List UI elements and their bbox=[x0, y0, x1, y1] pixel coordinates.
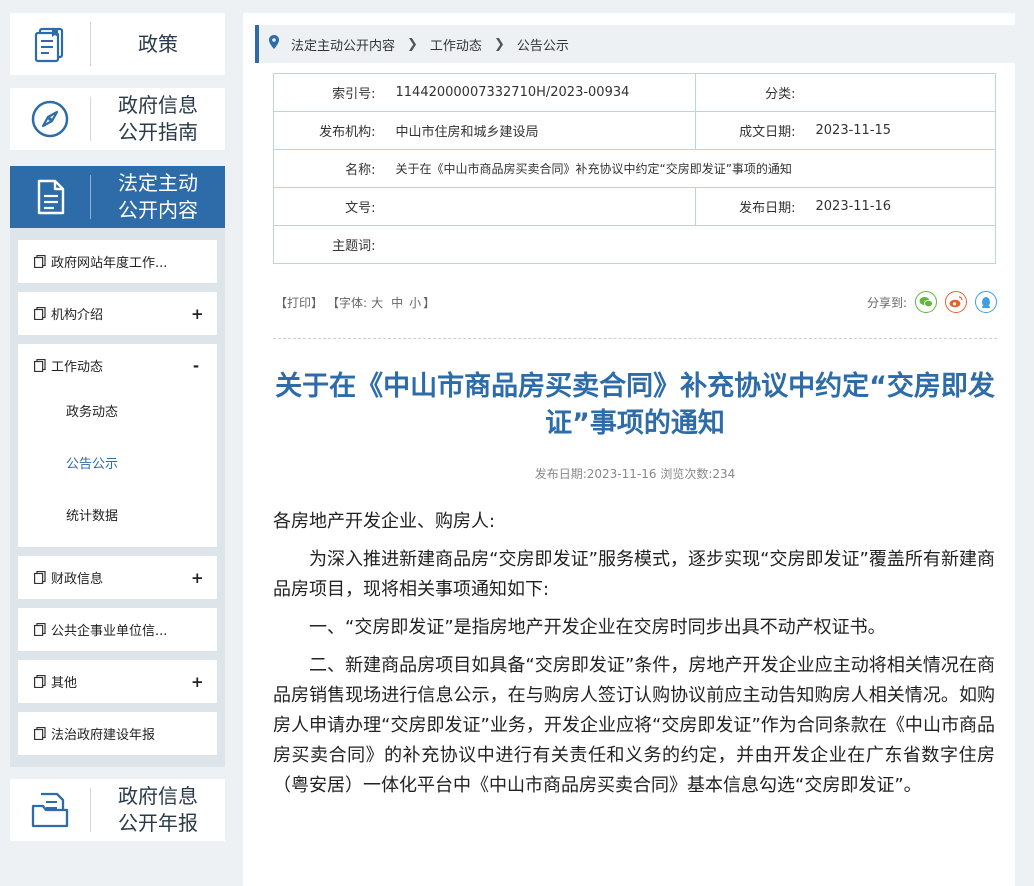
nav-card-guide[interactable]: 政府信息 公开指南 bbox=[10, 88, 225, 150]
nav-card-label: 法定主动 公开内容 bbox=[118, 171, 198, 222]
collapse-toggle[interactable]: - bbox=[191, 357, 201, 375]
breadcrumb: 法定主动公开内容 ❯ 工作动态 ❯ 公告公示 bbox=[255, 25, 1015, 63]
sidebar-item-other[interactable]: 其他 + bbox=[18, 660, 217, 703]
nav-card-label: 政府信息 公开指南 bbox=[118, 93, 198, 144]
breadcrumb-link-announcements[interactable]: 公告公示 bbox=[517, 35, 569, 54]
file-icon bbox=[34, 358, 47, 373]
nav-card-label: 政府信息 公开年报 bbox=[118, 784, 198, 835]
location-pin-icon bbox=[269, 35, 279, 53]
nav-card-policy[interactable]: 政策 bbox=[10, 13, 225, 75]
article-paragraph: 为深入推进新建商品房“交房即发证”服务模式，逐步实现“交房即发证”覆盖所有新建商… bbox=[273, 549, 995, 600]
metadata-table: 索引号: 11442000007332710H/2023-00934 分类: 发… bbox=[273, 73, 996, 264]
left-sidebar: 政策 政府信息 公开指南 法定主动 公开内容 政府网站年度工作... 机构介绍 … bbox=[10, 13, 225, 841]
doc-number-label: 文号: bbox=[273, 187, 386, 226]
main-content: 法定主动公开内容 ❯ 工作动态 ❯ 公告公示 索引号: 114420000073… bbox=[243, 13, 1015, 886]
article-title: 关于在《中山市商品房买卖合同》补充协议中约定“交房即发证”事项的通知 bbox=[275, 371, 995, 439]
expand-toggle[interactable]: + bbox=[191, 673, 204, 691]
file-icon bbox=[34, 674, 47, 689]
file-icon bbox=[34, 306, 47, 321]
nav-card-label: 政策 bbox=[138, 31, 178, 56]
article-body: 各房地产开发企业、购房人: 为深入推进新建商品房“交房即发证”服务模式，逐步实现… bbox=[273, 507, 995, 809]
sidebar-submenu: 政府网站年度工作... 机构介绍 + 工作动态 - 政务动态 公告公示 统计数据… bbox=[10, 228, 225, 767]
file-icon bbox=[34, 254, 47, 269]
article-toolbar: 【打印】 【字体: 大 中 小 】 分享到: bbox=[275, 291, 997, 313]
subject-value bbox=[385, 225, 996, 264]
font-medium-button[interactable]: 中 bbox=[391, 294, 403, 311]
share-label: 分享到: bbox=[866, 295, 907, 310]
table-row: 索引号: 11442000007332710H/2023-00934 分类: bbox=[273, 73, 996, 112]
created-date-label: 成文日期: bbox=[695, 111, 806, 150]
sidebar-sublist: 政务动态 公告公示 统计数据 bbox=[18, 387, 217, 547]
publisher-label: 发布机构: bbox=[273, 111, 386, 150]
font-size-prefix: 【字体: bbox=[327, 295, 368, 310]
nav-card-disclosure[interactable]: 法定主动 公开内容 bbox=[10, 166, 225, 228]
qq-icon[interactable] bbox=[975, 291, 997, 313]
wechat-icon[interactable] bbox=[915, 291, 937, 313]
folder-icon bbox=[10, 790, 90, 830]
index-label: 索引号: bbox=[273, 73, 386, 112]
article-paragraph: 一、“交房即发证”是指房地产开发企业在交房时同步出具不动产权证书。 bbox=[309, 617, 886, 638]
table-row: 名称: 关于在《中山市商品房买卖合同》补充协议中约定“交房即发证”事项的通知 bbox=[273, 149, 996, 188]
file-icon bbox=[34, 570, 47, 585]
chevron-right-icon: ❯ bbox=[493, 36, 505, 52]
category-label: 分类: bbox=[695, 73, 806, 112]
breadcrumb-link-work-news[interactable]: 工作动态 bbox=[430, 35, 482, 54]
table-row: 发布机构: 中山市住房和城乡建设局 成文日期: 2023-11-15 bbox=[273, 111, 996, 150]
compass-icon bbox=[10, 99, 90, 139]
sidebar-item-annual-report[interactable]: 政府网站年度工作... bbox=[18, 240, 217, 283]
table-row: 主题词: bbox=[273, 225, 996, 264]
doc-name-value: 关于在《中山市商品房买卖合同》补充协议中约定“交房即发证”事项的通知 bbox=[385, 149, 996, 188]
document-icon bbox=[10, 177, 90, 217]
article-paragraph: 各房地产开发企业、购房人: bbox=[273, 511, 496, 532]
published-date-value: 2023-11-16 bbox=[805, 187, 996, 226]
sidebar-item-public-enterprise[interactable]: 公共企事业单位信... bbox=[18, 608, 217, 651]
book-icon bbox=[10, 25, 90, 63]
sidebar-item-rule-of-law[interactable]: 法治政府建设年报 bbox=[18, 712, 217, 755]
created-date-value: 2023-11-15 bbox=[805, 111, 996, 150]
table-row: 文号: 发布日期: 2023-11-16 bbox=[273, 187, 996, 226]
publisher-value: 中山市住房和城乡建设局 bbox=[385, 111, 696, 150]
font-size-suffix: 】 bbox=[423, 295, 436, 310]
nav-card-annual[interactable]: 政府信息 公开年报 bbox=[10, 779, 225, 841]
sidebar-item-work-news[interactable]: 工作动态 - bbox=[18, 344, 217, 387]
expand-toggle[interactable]: + bbox=[191, 305, 204, 323]
index-value: 11442000007332710H/2023-00934 bbox=[385, 73, 696, 112]
file-icon bbox=[34, 622, 47, 637]
doc-number-value bbox=[385, 187, 696, 226]
file-icon bbox=[34, 726, 47, 741]
category-value bbox=[805, 73, 996, 112]
share-bar: 分享到: bbox=[867, 291, 997, 313]
sidebar-subitem-announcements[interactable]: 公告公示 bbox=[18, 439, 217, 491]
expand-toggle[interactable]: + bbox=[191, 569, 204, 587]
font-large-button[interactable]: 大 bbox=[371, 294, 383, 311]
font-small-button[interactable]: 小 bbox=[409, 294, 421, 311]
weibo-icon[interactable] bbox=[945, 291, 967, 313]
sidebar-item-institution[interactable]: 机构介绍 + bbox=[18, 292, 217, 335]
publish-info: 发布日期:2023-11-16 浏览次数:234 bbox=[534, 467, 736, 481]
breadcrumb-link-disclosure[interactable]: 法定主动公开内容 bbox=[291, 35, 395, 54]
sidebar-group-work-news: 工作动态 - 政务动态 公告公示 统计数据 bbox=[18, 344, 217, 547]
subject-label: 主题词: bbox=[273, 225, 386, 264]
published-date-label: 发布日期: bbox=[695, 187, 806, 226]
sidebar-item-finance[interactable]: 财政信息 + bbox=[18, 556, 217, 599]
sidebar-subitem-government-news[interactable]: 政务动态 bbox=[18, 387, 217, 439]
chevron-right-icon: ❯ bbox=[407, 36, 418, 52]
doc-name-label: 名称: bbox=[273, 149, 386, 188]
print-button[interactable]: 【打印】 bbox=[275, 294, 323, 311]
divider bbox=[273, 338, 997, 339]
sidebar-subitem-statistics[interactable]: 统计数据 bbox=[18, 491, 217, 543]
article-paragraph: 二、新建商品房项目如具备“交房即发证”条件，房地产开发企业应主动将相关情况在商品… bbox=[273, 655, 995, 796]
